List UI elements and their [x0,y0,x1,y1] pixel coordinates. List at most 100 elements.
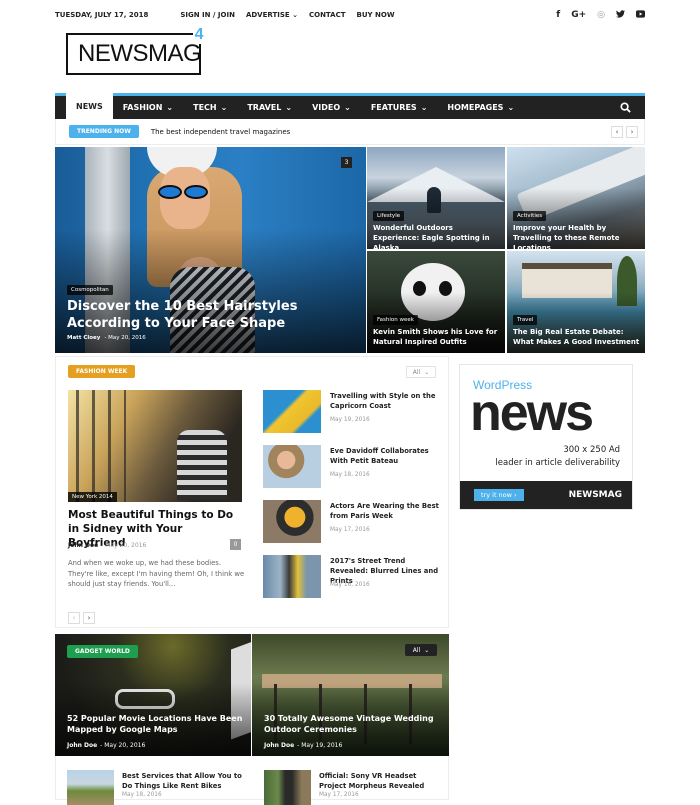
article-title[interactable]: Actors Are Wearing the Best from Paris W… [330,501,442,521]
search-button[interactable] [606,96,645,119]
article-title[interactable]: Wonderful Outdoors Experience: Eagle Spo… [373,223,501,249]
nav-item-news[interactable]: NEWS [66,93,113,119]
hero-image-sunglasses [158,184,214,199]
main-nav: NEWS FASHION ⌄ TECH ⌄ TRAVEL ⌄ VIDEO ⌄ FEATU… [55,93,645,119]
facebook-icon[interactable]: f [556,10,560,21]
site-logo[interactable]: NEWSMAG 4 [66,26,205,75]
fashion-week-block: FASHION WEEK All ⌄ New York 2014 Most Bea… [55,356,449,628]
list-item[interactable]: Eve Davidoff Collaborates With Petit Bat… [263,445,443,500]
article-title[interactable]: Official: Sony VR Headset Project Morphe… [319,771,439,791]
hero-featured-article[interactable]: 3 Cosmopolitan Discover the 10 Best Hair… [55,147,366,353]
article-thumbnail[interactable] [263,445,321,488]
youtube-icon[interactable] [636,9,645,21]
nav-label: HOMEPAGES [447,103,504,112]
comment-count-badge[interactable]: 0 [230,539,241,550]
logo-text: NEWSMAG [78,40,202,67]
list-item[interactable]: Actors Are Wearing the Best from Paris W… [263,500,443,555]
nav-item-travel[interactable]: TRAVEL ⌄ [237,96,302,119]
category-label[interactable]: Travel [513,315,538,325]
hero-tile[interactable]: Lifestyle Wonderful Outdoors Experience:… [367,147,505,249]
article-date: May 17, 2016 [319,792,359,798]
article-title[interactable]: Improve your Health by Travelling to the… [513,223,641,249]
list-item[interactable]: Travelling with Style on the Capricorn C… [263,390,443,445]
article-title[interactable]: 30 Totally Awesome Vintage Wedding Outdo… [264,713,446,735]
hero-tile[interactable]: Activities Improve your Health by Travel… [507,147,645,249]
block-pagination: ‹ › [68,612,95,624]
list-item[interactable]: Best Services that Allow You to Do Thing… [55,765,242,805]
article-thumbnail[interactable] [263,555,321,598]
author-name[interactable]: John Doe [68,542,98,549]
article-title[interactable]: Discover the 10 Best Hairstyles Accordin… [67,298,327,332]
article-date: May 20, 2016 [105,542,147,549]
featured-article-image[interactable]: New York 2014 [68,390,242,502]
nav-item-tech[interactable]: TECH ⌄ [183,96,237,119]
next-page-button[interactable]: › [83,612,95,624]
article-date: May 20, 2016 [108,335,146,341]
article-title[interactable]: Eve Davidoff Collaborates With Petit Bat… [330,446,442,466]
nav-item-fashion[interactable]: FASHION ⌄ [113,96,183,119]
nav-label: TECH [193,103,217,112]
current-date: TUESDAY, JULY 17, 2018 [55,11,149,19]
article-thumbnail[interactable] [263,390,321,433]
article-title[interactable]: Kevin Smith Shows his Love for Natural I… [373,327,501,347]
author-name[interactable]: John Doe [67,742,97,749]
contact-link[interactable]: CONTACT [309,11,346,19]
block-title-badge[interactable]: GADGET WORLD [67,645,138,658]
google-plus-icon[interactable]: G+ [571,10,586,21]
chevron-down-icon: ⌄ [166,103,174,112]
nav-label: FASHION [122,103,163,112]
image-window [76,390,126,502]
filter-label: All [412,368,421,376]
chevron-down-icon: ⌄ [424,646,430,654]
social-links: f G+ ◎ [556,10,645,21]
ad-cta-button[interactable]: try it now › [474,489,524,501]
gadget-featured-article[interactable]: GADGET WORLD 52 Popular Movie Locations … [55,634,251,756]
list-item[interactable]: 2017's Street Trend Revealed: Blurred Li… [263,555,443,610]
filter-dropdown[interactable]: All ⌄ [406,366,436,378]
advertisement-banner[interactable]: WordPress news 300 x 250 Ad leader in ar… [459,364,633,510]
filter-label: All [412,646,421,654]
nav-item-video[interactable]: VIDEO ⌄ [302,96,361,119]
trending-next-button[interactable]: › [626,125,638,138]
advertise-menu[interactable]: ADVERTISE ⌄ [246,11,298,19]
article-date: May 18, 2016 [330,472,370,478]
author-name[interactable]: John Doe [264,742,294,749]
article-title[interactable]: The Big Real Estate Debate: What Makes A… [513,327,641,347]
article-date: May 17, 2016 [330,527,370,533]
ad-news-text: news [470,384,594,442]
nav-item-homepages[interactable]: HOMEPAGES ⌄ [437,96,524,119]
article-thumbnail[interactable] [263,500,321,543]
block-title-badge[interactable]: FASHION WEEK [68,365,136,378]
nav-item-features[interactable]: FEATURES ⌄ [361,96,438,119]
category-label[interactable]: New York 2014 [68,492,117,502]
article-meta: John Doe - May 20, 2016 [67,742,146,749]
sign-in-link[interactable]: SIGN IN / JOIN [180,11,235,19]
category-label[interactable]: Lifestyle [373,211,405,221]
article-title[interactable]: 52 Popular Movie Locations Have Been Map… [67,713,249,735]
hero-tile[interactable]: Fashion week Kevin Smith Shows his Love … [367,251,505,353]
instagram-icon[interactable]: ◎ [597,10,605,21]
nav-label: FEATURES [370,103,417,112]
article-date: May 16, 2016 [330,582,370,588]
filter-dropdown[interactable]: All ⌄ [405,644,437,656]
article-title[interactable]: Best Services that Allow You to Do Thing… [122,771,242,791]
twitter-icon[interactable] [616,9,625,21]
trending-prev-button[interactable]: ‹ [611,125,623,138]
prev-page-button[interactable]: ‹ [68,612,80,624]
buy-now-link[interactable]: BUY NOW [357,11,395,19]
trending-nav: ‹ › [611,125,638,138]
author-name[interactable]: Matt Cloey [67,335,100,341]
comment-count-badge[interactable]: 3 [341,157,352,168]
category-label[interactable]: Cosmopolitan [67,285,113,295]
category-label[interactable]: Activities [513,211,547,221]
trending-headline[interactable]: The best independent travel magazines [151,128,290,136]
category-label[interactable]: Fashion week [373,315,418,325]
chevron-down-icon: ⌄ [292,11,298,19]
article-excerpt: And when we woke up, we had these bodies… [68,559,245,588]
hero-tile[interactable]: Travel The Big Real Estate Debate: What … [507,251,645,353]
article-title[interactable]: Travelling with Style on the Capricorn C… [330,391,442,411]
article-date: May 19, 2016 [330,417,370,423]
gadget-featured-article[interactable]: All ⌄ 30 Totally Awesome Vintage Wedding … [252,634,449,756]
search-icon [620,102,631,113]
list-item[interactable]: Official: Sony VR Headset Project Morphe… [252,765,432,805]
